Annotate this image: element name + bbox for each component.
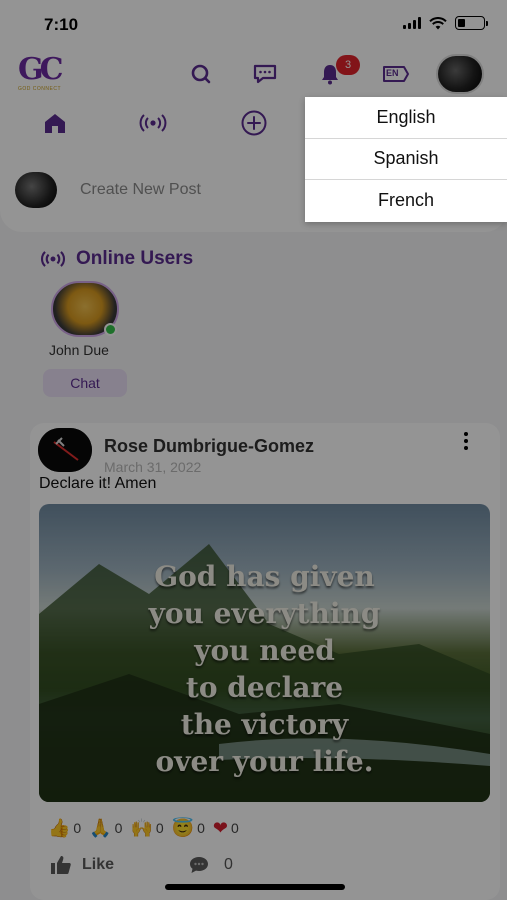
language-option-english[interactable]: English xyxy=(305,97,507,139)
language-option-spanish[interactable]: Spanish xyxy=(305,139,507,180)
home-indicator[interactable] xyxy=(165,884,345,890)
app-screen: 7:10 GC GOD CONNECT EN 3 Create New Post… xyxy=(0,0,507,900)
language-option-french[interactable]: French xyxy=(305,180,507,222)
language-dropdown: English Spanish French xyxy=(305,97,507,222)
